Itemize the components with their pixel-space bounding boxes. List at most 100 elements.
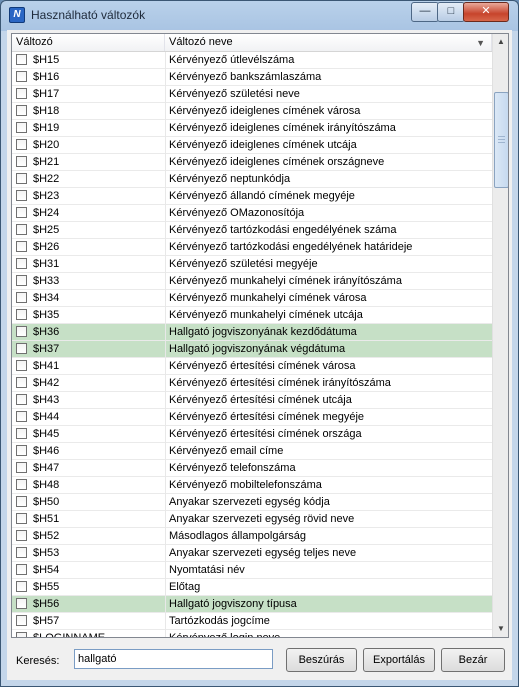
variable-cell: $H35 xyxy=(33,309,60,321)
row-checkbox[interactable] xyxy=(16,258,27,269)
chevron-down-icon[interactable]: ▼ xyxy=(493,621,508,637)
row-checkbox[interactable] xyxy=(16,105,27,116)
row-checkbox[interactable] xyxy=(16,139,27,150)
row-checkbox[interactable] xyxy=(16,581,27,592)
column-header-variable[interactable]: Változó xyxy=(12,34,165,51)
row-checkbox[interactable] xyxy=(16,394,27,405)
table-row[interactable]: $H34 Kérvényező munkahelyi címének városa xyxy=(12,290,492,307)
column-divider xyxy=(165,222,166,239)
minimize-button[interactable]: — xyxy=(411,2,439,22)
row-checkbox[interactable] xyxy=(16,71,27,82)
table-row[interactable]: $H35 Kérvényező munkahelyi címének utcája xyxy=(12,307,492,324)
table-row[interactable]: $H43 Kérvényező értesítési címének utcája xyxy=(12,392,492,409)
row-checkbox[interactable] xyxy=(16,530,27,541)
title-bar[interactable]: N Használható változók — □ ✕ xyxy=(1,1,518,29)
search-input[interactable] xyxy=(74,649,273,669)
table-row[interactable]: $H19 Kérvényező ideiglenes címének irányí… xyxy=(12,120,492,137)
table-row[interactable]: $H51 Anyakar szervezeti egység rövid neve xyxy=(12,511,492,528)
table-row[interactable]: $H26 Kérvényező tartózkodási engedélyének… xyxy=(12,239,492,256)
row-checkbox[interactable] xyxy=(16,377,27,388)
table-row[interactable]: $H17 Kérvényező születési neve xyxy=(12,86,492,103)
close-window-button[interactable]: ✕ xyxy=(463,2,509,22)
row-checkbox[interactable] xyxy=(16,496,27,507)
variable-name-cell: Kérvényező neptunkódja xyxy=(169,173,291,185)
row-checkbox[interactable] xyxy=(16,54,27,65)
table-row[interactable]: $H44 Kérvényező értesítési címének megyéj… xyxy=(12,409,492,426)
row-checkbox[interactable] xyxy=(16,428,27,439)
row-checkbox[interactable] xyxy=(16,173,27,184)
variable-name-cell: Kérvényező munkahelyi címének utcája xyxy=(169,309,363,321)
maximize-button[interactable]: □ xyxy=(437,2,465,22)
column-divider xyxy=(165,392,166,409)
table-row[interactable]: $H25 Kérvényező tartózkodási engedélyének… xyxy=(12,222,492,239)
variable-cell: $H19 xyxy=(33,122,60,134)
row-checkbox[interactable] xyxy=(16,343,27,354)
table-row[interactable]: $H45 Kérvényező értesítési címének ország… xyxy=(12,426,492,443)
window-title: Használható változók xyxy=(31,8,146,22)
dialog-window: N Használható változók — □ ✕ Változó Vál… xyxy=(0,0,519,687)
table-row[interactable]: $H37 Hallgató jogviszonyának végdátuma xyxy=(12,341,492,358)
table-row[interactable]: $H47 Kérvényező telefonszáma xyxy=(12,460,492,477)
table-row[interactable]: $H24 Kérvényező OMazonosítója xyxy=(12,205,492,222)
row-checkbox[interactable] xyxy=(16,275,27,286)
insert-button[interactable]: Beszúrás xyxy=(286,648,357,672)
table-row[interactable]: $H22 Kérvényező neptunkódja xyxy=(12,171,492,188)
row-checkbox[interactable] xyxy=(16,326,27,337)
variable-name-cell: Kérvényező születési neve xyxy=(169,88,300,100)
vertical-scrollbar[interactable]: ▲ — — — ▼ xyxy=(492,34,508,637)
table-row[interactable]: $H15 Kérvényező útlevélszáma xyxy=(12,52,492,69)
table-row[interactable]: $H36 Hallgató jogviszonyának kezdődátuma xyxy=(12,324,492,341)
row-checkbox[interactable] xyxy=(16,411,27,422)
table-row[interactable]: $H31 Kérvényező születési megyéje xyxy=(12,256,492,273)
table-row[interactable]: $H42 Kérvényező értesítési címének irányí… xyxy=(12,375,492,392)
table-row[interactable]: $H50 Anyakar szervezeti egység kódja xyxy=(12,494,492,511)
scrollbar-thumb[interactable]: — — — xyxy=(494,92,508,188)
row-checkbox[interactable] xyxy=(16,122,27,133)
row-checkbox[interactable] xyxy=(16,513,27,524)
table-row[interactable]: $H57 Tartózkodás jogcíme xyxy=(12,613,492,630)
table-row[interactable]: $H53 Anyakar szervezeti egység teljes nev… xyxy=(12,545,492,562)
row-checkbox[interactable] xyxy=(16,445,27,456)
chevron-up-icon[interactable]: ▲ xyxy=(493,34,508,50)
column-divider xyxy=(165,494,166,511)
row-checkbox[interactable] xyxy=(16,207,27,218)
table-row[interactable]: $H33 Kérvényező munkahelyi címének irányí… xyxy=(12,273,492,290)
column-divider xyxy=(165,103,166,120)
variable-name-cell: Kérvényező OMazonosítója xyxy=(169,207,305,219)
close-button[interactable]: Bezár xyxy=(441,648,505,672)
table-row[interactable]: $H46 Kérvényező email címe xyxy=(12,443,492,460)
row-checkbox[interactable] xyxy=(16,632,27,637)
table-row[interactable]: $H18 Kérvényező ideiglenes címének városa xyxy=(12,103,492,120)
close-icon: ✕ xyxy=(481,5,491,17)
row-checkbox[interactable] xyxy=(16,156,27,167)
variable-name-cell: Kérvényező születési megyéje xyxy=(169,258,318,270)
row-checkbox[interactable] xyxy=(16,564,27,575)
row-checkbox[interactable] xyxy=(16,241,27,252)
variable-cell: $H22 xyxy=(33,173,60,185)
table-row[interactable]: $H52 Másodlagos állampolgárság xyxy=(12,528,492,545)
table-row[interactable]: $H21 Kérvényező ideiglenes címének ország… xyxy=(12,154,492,171)
row-checkbox[interactable] xyxy=(16,479,27,490)
column-header-name[interactable]: Változó neve ▼ xyxy=(165,34,492,51)
table-row[interactable]: $H20 Kérvényező ideiglenes címének utcája xyxy=(12,137,492,154)
table-row[interactable]: $H41 Kérvényező értesítési címének városa xyxy=(12,358,492,375)
table-row[interactable]: $H48 Kérvényező mobiltelefonszáma xyxy=(12,477,492,494)
row-checkbox[interactable] xyxy=(16,224,27,235)
table-row[interactable]: $H56 Hallgató jogviszony típusa xyxy=(12,596,492,613)
table-row[interactable]: $H23 Kérvényező állandó címének megyéje xyxy=(12,188,492,205)
row-checkbox[interactable] xyxy=(16,360,27,371)
variable-cell: $H54 xyxy=(33,564,60,576)
table-row[interactable]: $H16 Kérvényező bankszámlaszáma xyxy=(12,69,492,86)
row-checkbox[interactable] xyxy=(16,190,27,201)
row-checkbox[interactable] xyxy=(16,88,27,99)
row-checkbox[interactable] xyxy=(16,598,27,609)
row-checkbox[interactable] xyxy=(16,547,27,558)
row-checkbox[interactable] xyxy=(16,462,27,473)
table-row[interactable]: $H54 Nyomtatási név xyxy=(12,562,492,579)
row-checkbox[interactable] xyxy=(16,292,27,303)
table-row[interactable]: $LOGINNAME Kérvényező login neve xyxy=(12,630,492,637)
row-checkbox[interactable] xyxy=(16,309,27,320)
row-checkbox[interactable] xyxy=(16,615,27,626)
table-row[interactable]: $H55 Előtag xyxy=(12,579,492,596)
export-button[interactable]: Exportálás xyxy=(363,648,435,672)
